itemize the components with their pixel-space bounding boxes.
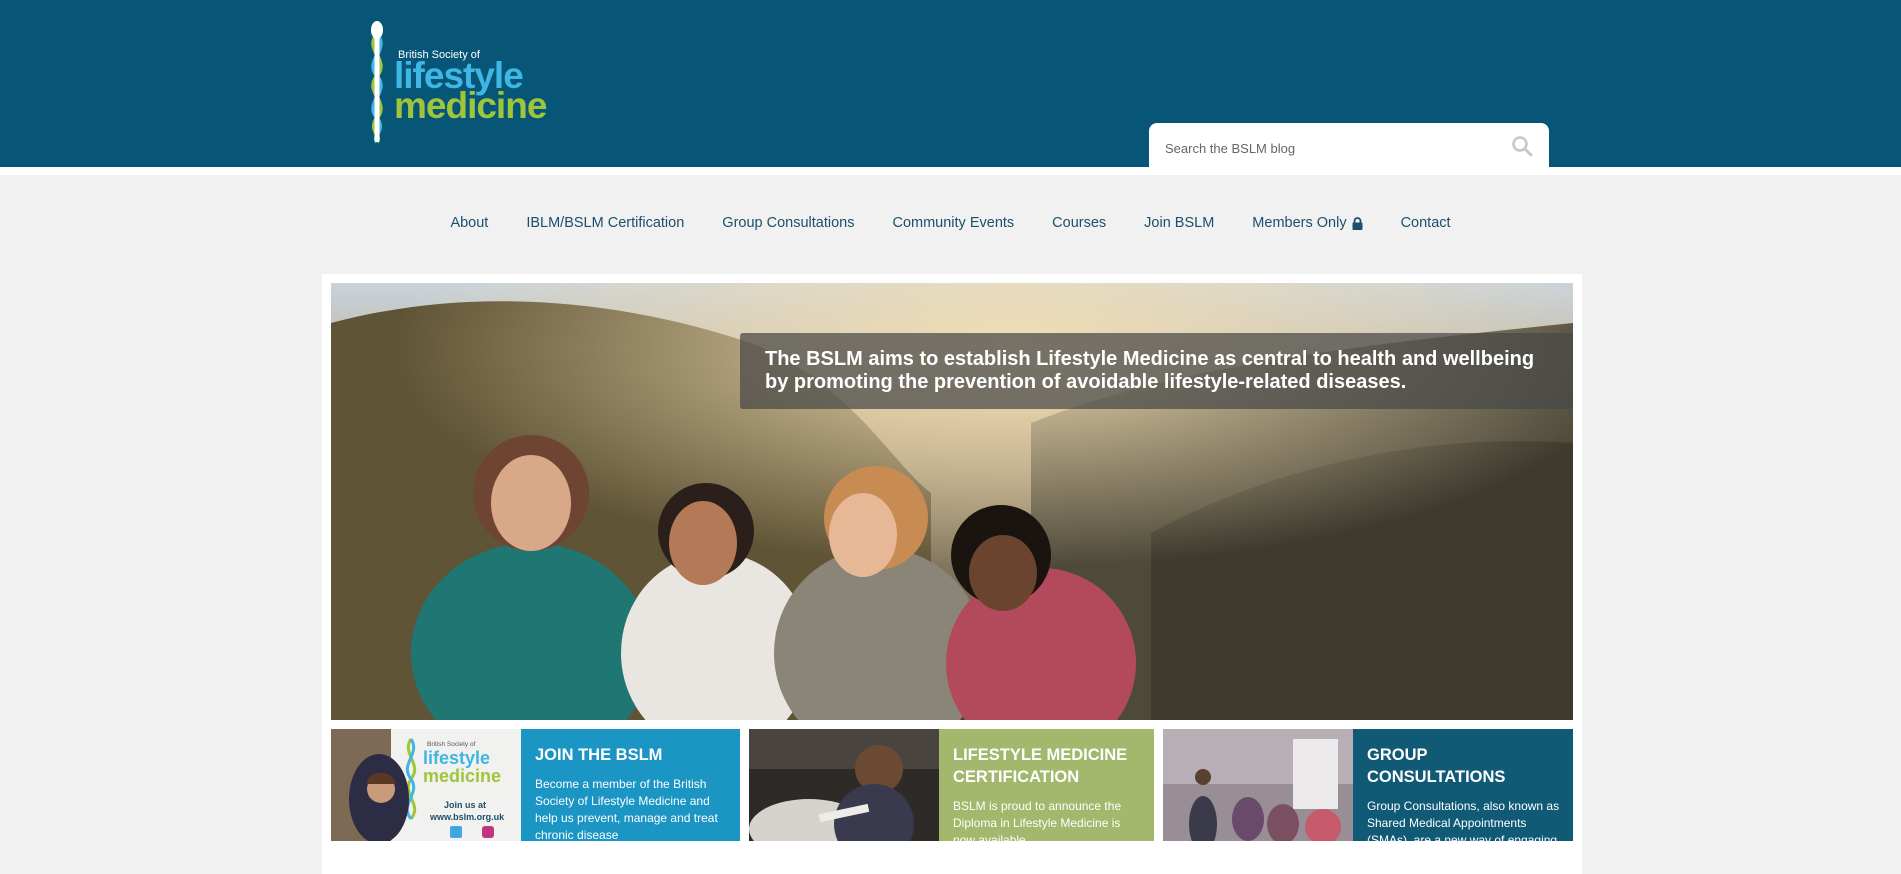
card-group-text: GROUP CONSULTATIONS Group Consultations,… xyxy=(1353,729,1573,841)
card-certification[interactable]: LIFESTYLE MEDICINE CERTIFICATION BSLM is… xyxy=(749,729,1154,841)
nav-item-label: Join BSLM xyxy=(1144,215,1215,231)
nav-item-label: Community Events xyxy=(892,215,1015,231)
hero-caption-text: The BSLM aims to establish Lifestyle Med… xyxy=(765,348,1535,393)
lock-icon xyxy=(1352,216,1363,230)
nav-item-courses[interactable]: Courses xyxy=(1033,213,1125,233)
card-certification-text: LIFESTYLE MEDICINE CERTIFICATION BSLM is… xyxy=(939,729,1154,841)
nav-item-label: Contact xyxy=(1400,215,1451,231)
nav-item-about[interactable]: About xyxy=(431,213,507,233)
nav-item-join-bslm[interactable]: Join BSLM xyxy=(1125,213,1233,233)
card-certification-image xyxy=(749,729,939,841)
card-image-line-3: medicine xyxy=(423,766,502,786)
main-nav: About IBLM/BSLM Certification Group Cons… xyxy=(0,213,1901,233)
card-image-line-2: lifestyle xyxy=(423,748,491,768)
nav-item-label: Courses xyxy=(1052,215,1107,231)
nav-item-label: Group Consultations xyxy=(722,215,855,231)
bslm-logo[interactable]: British Society of lifestyle medicine xyxy=(360,20,560,145)
search-input[interactable] xyxy=(1163,135,1497,161)
card-image-url: www.bslm.org.uk xyxy=(430,812,505,822)
card-title: JOIN THE BSLM xyxy=(535,746,663,764)
card-title: GROUP CONSULTATIONS xyxy=(1367,746,1506,786)
card-join-image: British Society of lifestyle medicine Jo… xyxy=(331,729,521,841)
search-box xyxy=(1149,123,1549,169)
site-header xyxy=(0,0,1901,167)
hero-caption: The BSLM aims to establish Lifestyle Med… xyxy=(740,333,1573,409)
card-group-consultations[interactable]: GROUP CONSULTATIONS Group Consultations,… xyxy=(1163,729,1573,841)
card-image-line-1: British Society of xyxy=(427,741,476,748)
card-image-join: Join us at xyxy=(444,800,487,810)
nav-item-members-only[interactable]: Members Only xyxy=(1233,213,1381,233)
search-icon[interactable] xyxy=(1511,135,1533,157)
card-body: Group Consultations, also known as Share… xyxy=(1367,799,1560,841)
nav-item-label: Members Only xyxy=(1252,215,1347,231)
card-body: BSLM is proud to announce the Diploma in… xyxy=(953,799,1122,841)
nav-item-community-events[interactable]: Community Events xyxy=(873,213,1033,233)
card-title: LIFESTYLE MEDICINE CERTIFICATION xyxy=(953,746,1128,786)
header-divider xyxy=(0,167,1901,175)
card-body: Become a member of the British Society o… xyxy=(535,777,718,841)
card-group-image xyxy=(1163,729,1353,841)
nav-item-contact[interactable]: Contact xyxy=(1382,213,1470,233)
nav-item-label: IBLM/BSLM Certification xyxy=(526,215,685,231)
hero-banner: The BSLM aims to establish Lifestyle Med… xyxy=(331,283,1573,720)
card-join-bslm[interactable]: British Society of lifestyle medicine Jo… xyxy=(331,729,740,841)
card-join-text: JOIN THE BSLM Become a member of the Bri… xyxy=(521,729,740,841)
nav-item-label: About xyxy=(450,215,489,231)
nav-item-group-consultations[interactable]: Group Consultations xyxy=(703,213,873,233)
logo-line-3: medicine xyxy=(394,85,547,126)
nav-item-certification[interactable]: IBLM/BSLM Certification xyxy=(507,213,703,233)
